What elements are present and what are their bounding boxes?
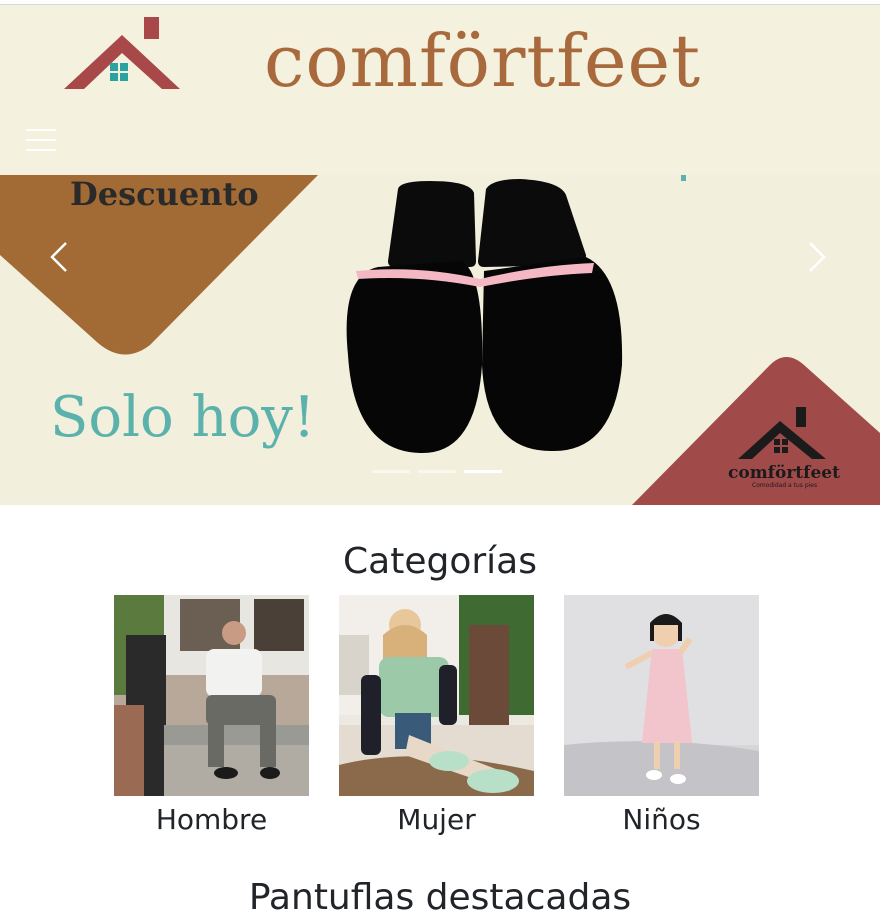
promo-carousel: Descuento Solo hoy! comförtfeet Comodida… bbox=[0, 175, 880, 505]
carousel-indicator-3[interactable] bbox=[464, 470, 502, 473]
categories-title: Categorías bbox=[343, 541, 537, 582]
category-label[interactable]: Niños bbox=[564, 800, 759, 840]
carousel-indicators bbox=[372, 470, 502, 473]
category-label[interactable]: Hombre bbox=[114, 800, 309, 840]
carousel-indicator-1[interactable] bbox=[372, 470, 410, 473]
category-image-hombre[interactable] bbox=[114, 595, 309, 796]
site-header: comförtfeet bbox=[0, 5, 880, 175]
category-label[interactable]: Mujer bbox=[339, 800, 534, 840]
corner-brand-tagline: Comodidad a tus pies bbox=[752, 482, 818, 489]
slipper-image bbox=[346, 179, 623, 454]
category-card-ninos[interactable]: Niños bbox=[564, 595, 759, 840]
carousel-next-icon[interactable] bbox=[796, 237, 836, 277]
brand-wordmark[interactable]: comförtfeet bbox=[264, 21, 701, 101]
category-image-mujer[interactable] bbox=[339, 595, 534, 796]
corner-brand-name: comförtfeet bbox=[728, 463, 840, 483]
category-image-ninos[interactable] bbox=[564, 595, 759, 796]
promo-text: Solo hoy! bbox=[50, 385, 316, 450]
category-card-mujer[interactable]: Mujer bbox=[339, 595, 534, 840]
carousel-prev-icon[interactable] bbox=[40, 237, 80, 277]
discount-label: Descuento bbox=[70, 175, 259, 213]
featured-title: Pantuflas destacadas bbox=[248, 877, 632, 918]
category-card-hombre[interactable]: Hombre bbox=[114, 595, 309, 840]
carousel-indicator-2[interactable] bbox=[418, 470, 456, 473]
category-grid: Hombre Mujer Niños bbox=[114, 595, 759, 840]
house-logo-icon[interactable] bbox=[62, 17, 182, 95]
menu-toggle-icon[interactable] bbox=[26, 129, 56, 155]
